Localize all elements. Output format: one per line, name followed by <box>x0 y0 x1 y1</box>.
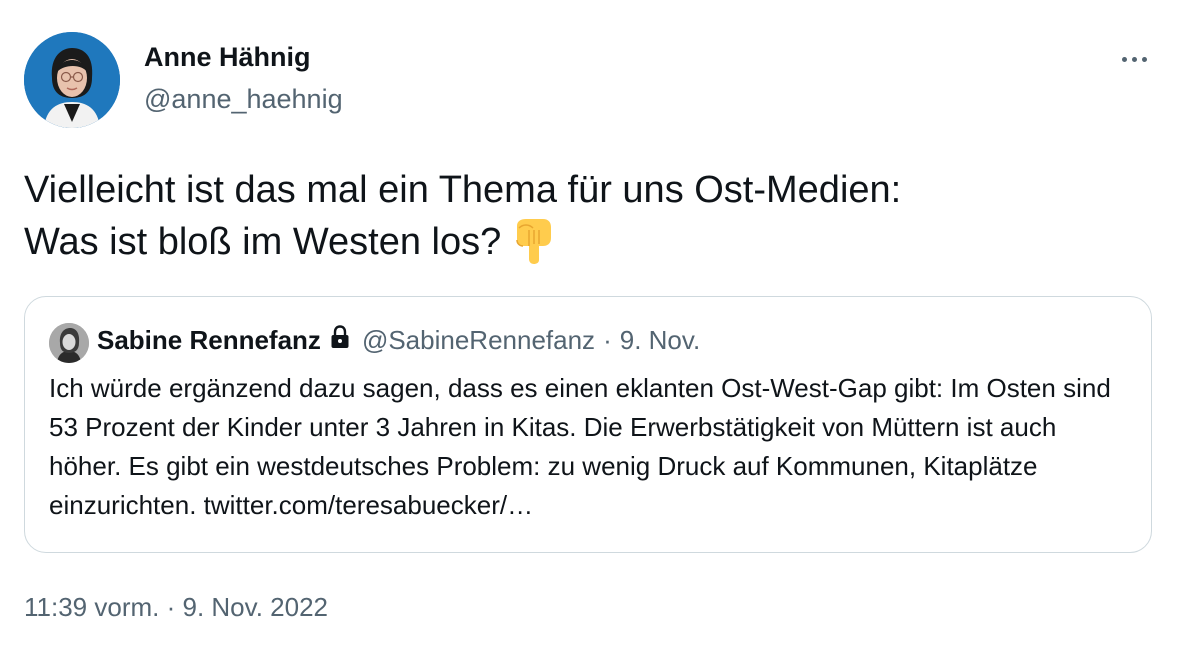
quoted-author-avatar[interactable] <box>49 323 89 363</box>
more-options-button[interactable] <box>1112 40 1156 76</box>
tweet-time[interactable]: 11:39 vorm. <box>24 592 159 622</box>
tweet: Anne Hähnig @anne_haehnig Vielleicht ist… <box>0 0 1186 646</box>
author-handle[interactable]: @anne_haehnig <box>144 84 343 115</box>
quoted-header-separator: · <box>603 325 612 355</box>
author-avatar-image <box>24 32 120 128</box>
quoted-tweet-card[interactable]: Sabine Rennefanz @SabineRennefanz · 9. N… <box>24 296 1152 553</box>
tweet-date[interactable]: 9. Nov. 2022 <box>183 592 329 622</box>
timestamp-separator: · <box>166 592 176 622</box>
quoted-author-name[interactable]: Sabine Rennefanz <box>97 325 321 356</box>
tweet-text-line-2-wrap: Was ist bloß im Westen los? <box>24 216 1144 278</box>
tweet-text: Vielleicht ist das mal ein Thema für uns… <box>24 164 1144 278</box>
quoted-author-handle[interactable]: @SabineRennefanz <box>362 325 595 356</box>
author-avatar[interactable] <box>24 32 120 128</box>
quoted-tweet-text: Ich würde ergänzend dazu sagen, dass es … <box>49 373 1111 520</box>
more-horizontal-icon <box>1119 49 1149 67</box>
tweet-timestamp: 11:39 vorm. · 9. Nov. 2022 <box>24 592 328 623</box>
lock-icon <box>330 325 350 356</box>
quoted-tweet-header: Sabine Rennefanz @SabineRennefanz · 9. N… <box>97 325 700 356</box>
tweet-text-line-1: Vielleicht ist das mal ein Thema für uns… <box>24 169 902 211</box>
pointing-down-emoji-icon <box>511 216 555 278</box>
tweet-text-line-2: Was ist bloß im Westen los? <box>24 221 502 263</box>
quoted-tweet-date[interactable]: 9. Nov. <box>620 325 700 356</box>
author-name[interactable]: Anne Hähnig <box>144 42 311 73</box>
quoted-author-avatar-image <box>49 323 89 363</box>
